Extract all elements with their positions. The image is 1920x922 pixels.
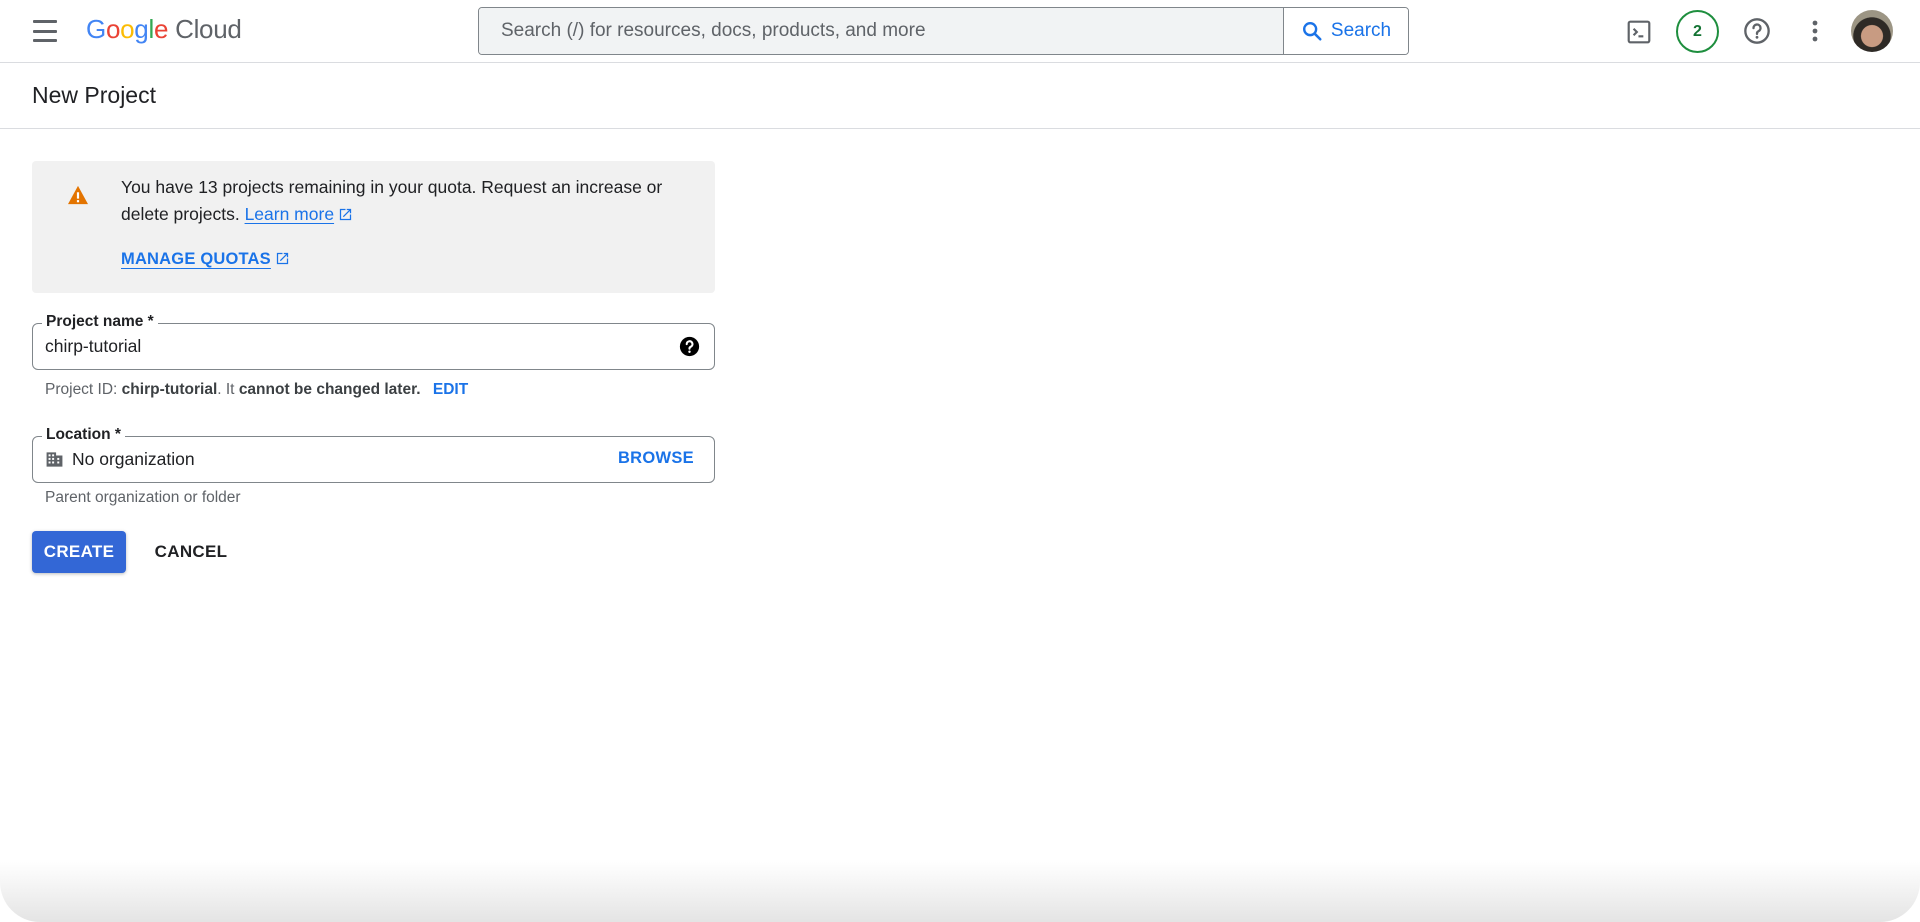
help-button[interactable] — [1740, 14, 1774, 48]
project-name-input[interactable] — [45, 334, 665, 358]
learn-more-link[interactable]: Learn more — [245, 204, 335, 224]
search-input[interactable] — [479, 8, 1283, 54]
logo-letter: o — [105, 14, 121, 44]
location-value: No organization — [72, 449, 195, 469]
location-label: Location * — [42, 426, 125, 444]
logo-letter: o — [120, 14, 135, 44]
create-button[interactable]: CREATE — [32, 531, 126, 573]
project-id-middle: . It — [217, 381, 239, 398]
project-id-value: chirp-tutorial — [121, 381, 218, 398]
page-header: New Project — [0, 63, 1920, 129]
hamburger-menu-icon[interactable] — [28, 18, 62, 44]
warning-icon — [68, 185, 88, 205]
project-id-warning: cannot be changed later. — [238, 381, 421, 398]
edit-project-id-button[interactable]: EDIT — [433, 381, 468, 398]
quota-banner: You have 13 projects remaining in your q… — [32, 161, 715, 293]
manage-quotas-label: MANAGE QUOTAS — [121, 250, 271, 268]
quota-message-text: You have 13 projects remaining in your q… — [121, 177, 663, 224]
user-avatar[interactable] — [1851, 10, 1893, 52]
cancel-button[interactable]: CANCEL — [146, 531, 236, 573]
external-link-icon — [339, 208, 352, 221]
more-options-button[interactable] — [1800, 14, 1830, 48]
page-title: New Project — [32, 82, 156, 108]
cloud-shell-button[interactable] — [1622, 16, 1656, 48]
cloud-shell-icon — [1627, 20, 1651, 44]
project-id-prefix: Project ID: — [45, 381, 122, 398]
search-icon — [1302, 22, 1322, 41]
search-bar: Search — [478, 7, 1409, 55]
search-button[interactable]: Search — [1283, 8, 1408, 54]
top-bar: Google Cloud Search 2 — [0, 0, 1920, 63]
bottom-shadow — [0, 862, 1920, 922]
more-vertical-icon — [1812, 20, 1818, 42]
google-cloud-logo[interactable]: Google Cloud — [86, 14, 242, 45]
notifications-badge[interactable]: 2 — [1676, 10, 1719, 53]
logo-letter: G — [86, 14, 106, 44]
project-name-field: Project name * — [32, 313, 715, 370]
project-id-hint: Project ID: chirp-tutorial. It cannot be… — [45, 381, 468, 399]
manage-quotas-link[interactable]: MANAGE QUOTAS — [121, 250, 290, 269]
project-name-label: Project name * — [42, 313, 158, 331]
external-link-icon — [276, 252, 289, 265]
quota-message: You have 13 projects remaining in your q… — [121, 174, 691, 228]
location-field[interactable]: Location * No organization BROWSE — [32, 426, 715, 483]
help-circle-icon — [1744, 18, 1770, 44]
location-hint: Parent organization or folder — [45, 489, 241, 506]
browse-button[interactable]: BROWSE — [618, 449, 694, 468]
search-button-label: Search — [1330, 20, 1392, 41]
building-icon — [46, 452, 63, 467]
help-filled-icon[interactable] — [679, 336, 700, 357]
logo-letter: e — [153, 14, 169, 44]
logo-product-name: Cloud — [175, 14, 242, 44]
logo-letter: g — [134, 14, 149, 44]
